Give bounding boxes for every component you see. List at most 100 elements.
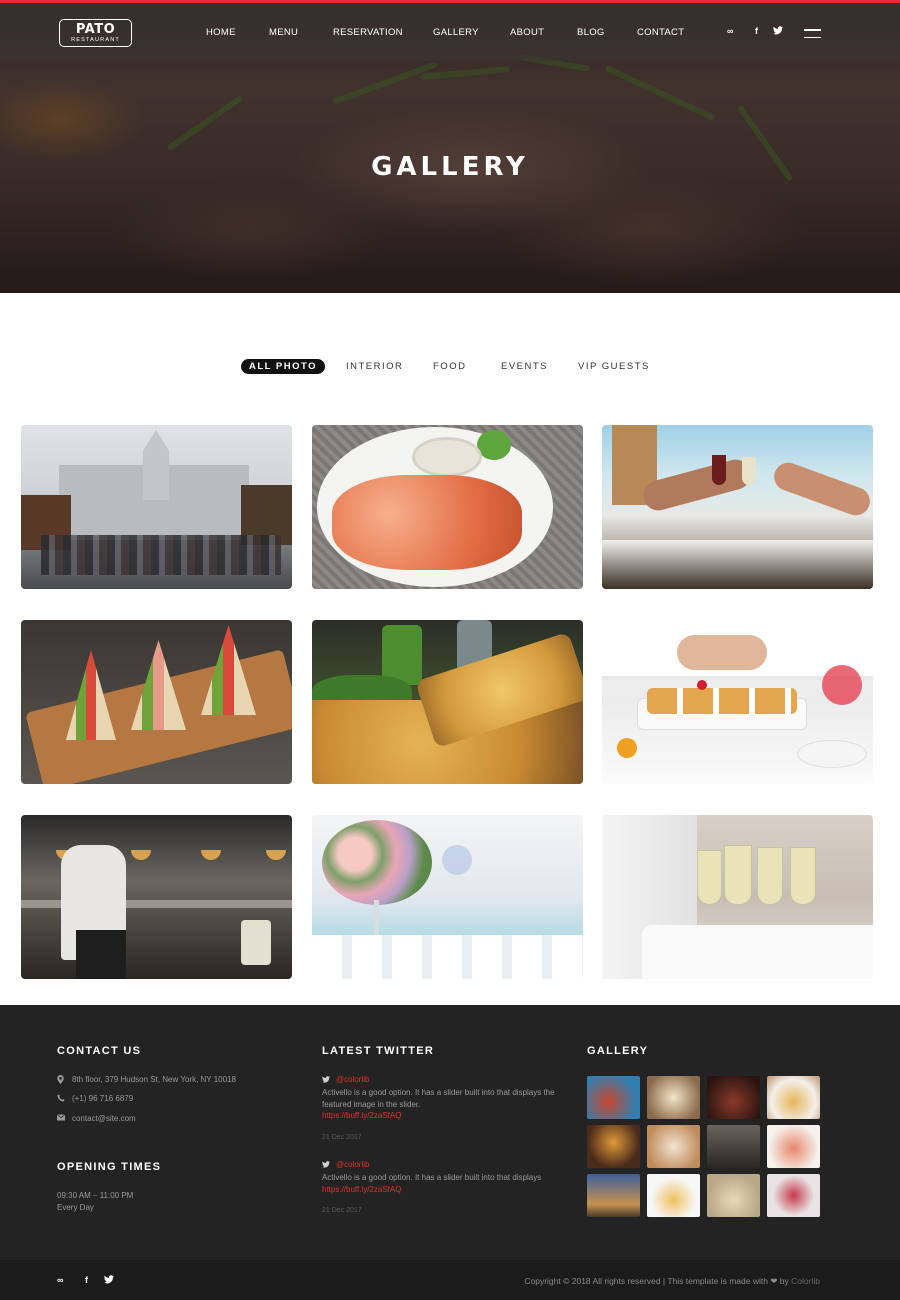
gallery-thumb[interactable] [707,1125,760,1168]
table-shape [602,540,873,589]
map-marker-icon [57,1075,64,1086]
tartlets-shape [647,688,797,714]
twitter-icon[interactable] [104,1275,114,1286]
filter-all-photo[interactable]: ALL PHOTO [241,359,326,374]
contact-phone[interactable]: (+1) 96 716 6879 [72,1094,133,1103]
background-flowers-shape [442,845,472,875]
gallery-photo-shrimp-plate[interactable] [312,425,583,589]
cherry-shape [697,680,707,690]
top-accent-bar [0,0,900,3]
gallery-thumb[interactable] [647,1125,700,1168]
gallery-thumb[interactable] [767,1125,820,1168]
tweet-text: Activello is a good option. It has a sli… [322,1087,557,1122]
tweet-handle[interactable]: @colorlib [336,1075,369,1084]
lamp-shape [266,850,286,860]
nav-blog[interactable]: BLOG [577,27,605,38]
hamburger-menu-icon[interactable] [804,29,821,39]
gallery-filters: ALL PHOTO INTERIOR FOOD EVENTS VIP GUEST… [0,359,900,375]
lamp-shape [131,850,151,860]
nav-menu[interactable]: MENU [269,27,298,38]
contact-heading: CONTACT US [57,1045,142,1057]
filter-events[interactable]: EVENTS [501,359,548,374]
gallery-photo-champagne[interactable] [602,815,873,979]
filter-interior[interactable]: INTERIOR [346,359,403,374]
tweet-date: 21 Dec 2017 [322,1207,362,1214]
herb-decoration [604,64,716,122]
nav-about[interactable]: ABOUT [510,27,544,38]
herb-decoration [332,61,438,105]
gallery-photo-sandwiches[interactable] [21,620,292,784]
tweet-link[interactable]: https://buff.ly/2zaSfAQ [322,1185,401,1194]
footer: CONTACT US 8th floor, 379 Hudson St, New… [0,1005,900,1260]
gallery-thumb[interactable] [587,1125,640,1168]
gallery-thumb[interactable] [587,1076,640,1119]
contact-email[interactable]: contact@site.com [72,1114,136,1123]
gallery-thumb[interactable] [587,1174,640,1217]
crowd-shape [41,535,281,575]
tweet-date: 21 Dec 2017 [322,1134,362,1141]
phone-icon [57,1094,65,1104]
nav-home[interactable]: HOME [206,27,236,38]
gallery-photo-dessert[interactable] [602,620,873,784]
copyright-text: Copyright © 2018 All rights reserved | T… [524,1276,820,1287]
tweet-body: Activello is a good option. It has a sli… [322,1173,542,1182]
arm-shape [639,456,755,514]
champagne-glass-shape [697,850,722,905]
page-title: GALLERY [371,152,529,182]
gallery-thumb[interactable] [767,1174,820,1217]
orange-shape [617,738,637,758]
footer-gallery-heading: GALLERY [587,1045,649,1057]
gallery-thumb[interactable] [767,1076,820,1119]
champagne-glass-shape [724,845,752,905]
saucer-shape [797,740,867,768]
gallery-photo-christmas-market[interactable] [21,425,292,589]
herb-decoration [419,66,511,80]
tripadvisor-icon[interactable]: ∞ [727,26,733,36]
champagne-glass-shape [757,847,783,905]
navbar: PATO RESTAURANT HOME MENU RESERVATION GA… [0,3,900,61]
nav-gallery[interactable]: GALLERY [433,27,479,38]
wine-glass-shape [742,457,756,485]
container-shape [241,920,271,965]
gallery-photo-wine-toast[interactable] [602,425,873,589]
gallery-thumb[interactable] [647,1174,700,1217]
footer-bottom-bar: ∞ f Copyright © 2018 All rights reserved… [0,1260,900,1300]
tweet-link[interactable]: https://buff.ly/2zaSfAQ [322,1111,401,1120]
sauce-bowl-shape [412,437,482,477]
tweet-handle[interactable]: @colorlib [336,1160,369,1169]
gallery-thumb[interactable] [707,1076,760,1119]
tower-shape [143,430,169,500]
nav-contact[interactable]: CONTACT [637,27,684,38]
wine-glass-shape [712,455,726,485]
colorlib-link[interactable]: Colorlib [791,1276,820,1286]
herb-decoration [166,94,244,152]
logo-name: PATO [75,22,116,37]
lamp-shape [201,850,221,860]
twitter-icon [322,1161,330,1170]
filter-vip-guests[interactable]: VIP GUESTS [578,359,650,374]
facebook-icon[interactable]: f [85,1275,88,1285]
opening-times-heading: OPENING TIMES [57,1161,162,1173]
nav-reservation[interactable]: RESERVATION [333,27,403,38]
napkin-shape [642,925,873,979]
latest-twitter-heading: LATEST TWITTER [322,1045,435,1057]
twitter-icon[interactable] [773,26,783,37]
table-setting-shape [312,935,583,979]
lettuce-shape [477,430,511,460]
logo[interactable]: PATO RESTAURANT [59,19,132,47]
gallery-photo-chef-kitchen[interactable] [21,815,292,979]
gallery-photo-pizza[interactable] [312,620,583,784]
gallery-thumb[interactable] [647,1076,700,1119]
flower-bouquet-shape [322,820,432,905]
cherry-bowl-shape [822,665,862,705]
shrimp-shape [332,475,522,570]
filter-food[interactable]: FOOD [433,359,466,374]
chef-apron-shape [76,930,126,979]
tripadvisor-icon[interactable]: ∞ [57,1275,63,1285]
gallery-thumb[interactable] [707,1174,760,1217]
facebook-icon[interactable]: f [755,26,758,36]
twitter-icon [322,1076,330,1085]
logo-tagline: RESTAURANT [71,37,120,43]
gallery-photo-wedding-flowers[interactable] [312,815,583,979]
tweet-body: Activello is a good option. It has a sli… [322,1088,555,1109]
